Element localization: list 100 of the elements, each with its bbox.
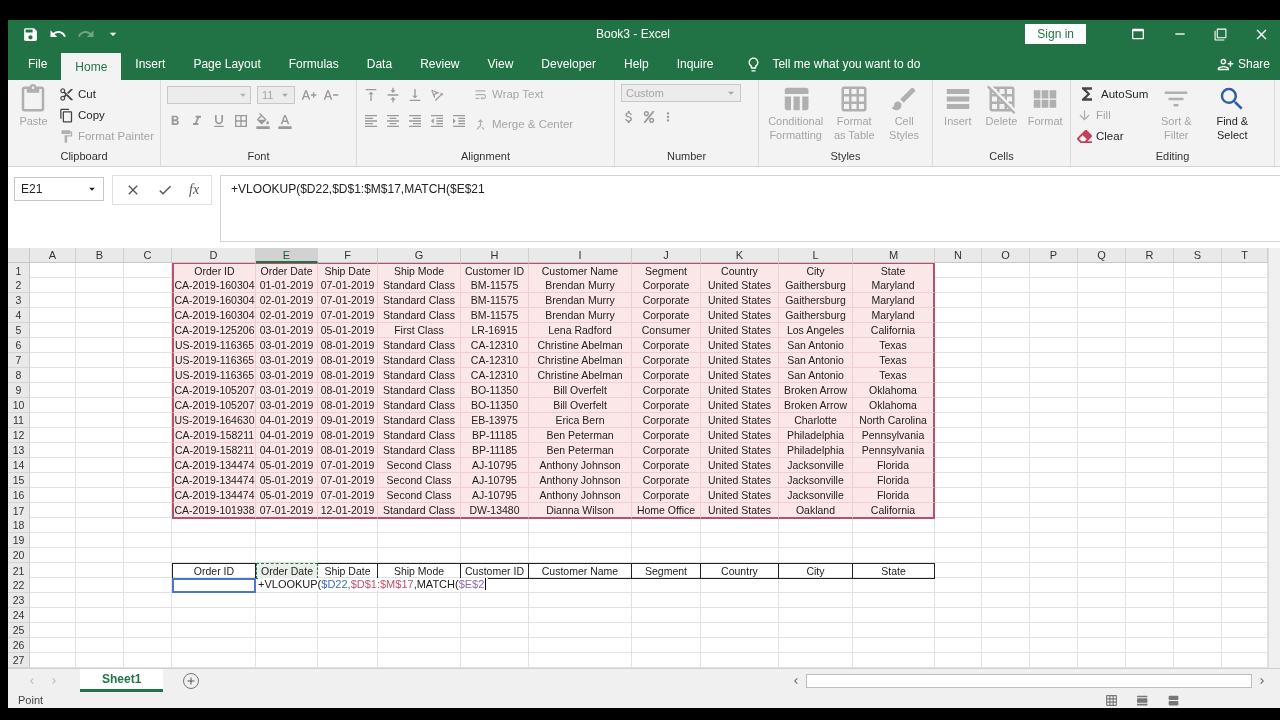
horizontal-scrollbar[interactable] bbox=[806, 673, 1252, 688]
ribbon-tab[interactable]: Data bbox=[352, 48, 407, 80]
formula-field[interactable]: +VLOOKUP($D22,$D$1:$M$17,MATCH($E$21 bbox=[220, 175, 1280, 242]
cell-edit-text[interactable]: +VLOOKUP($D22,$D$1:$M$17,MATCH($E$2 bbox=[258, 578, 489, 591]
ribbon-button[interactable]: Copy bbox=[58, 105, 154, 125]
row-header[interactable]: 18 bbox=[8, 518, 30, 533]
align-center-icon[interactable] bbox=[385, 113, 401, 129]
shrink-font-icon[interactable] bbox=[323, 87, 339, 103]
row-header[interactable]: 14 bbox=[8, 458, 30, 473]
insert-function-button[interactable]: fx bbox=[189, 182, 200, 198]
ribbon-tab[interactable]: Insert bbox=[121, 48, 180, 80]
row-header[interactable]: 5 bbox=[8, 323, 30, 338]
column-header[interactable]: K bbox=[701, 248, 779, 263]
ribbon-button[interactable]: AutoSum bbox=[1077, 84, 1149, 104]
select-all-button[interactable] bbox=[8, 248, 30, 263]
underline-icon[interactable] bbox=[211, 113, 227, 129]
row-header[interactable]: 11 bbox=[8, 413, 30, 428]
ribbon-tab[interactable]: Inquire bbox=[662, 48, 728, 80]
ribbon-button[interactable]: Find & Select bbox=[1204, 84, 1261, 142]
tell-me-field[interactable]: Tell me what you want to do bbox=[772, 57, 921, 71]
page-layout-icon[interactable] bbox=[1136, 693, 1149, 707]
column-header[interactable]: S bbox=[1174, 248, 1222, 263]
column-header[interactable]: C bbox=[124, 248, 172, 263]
sheet-tab[interactable]: Sheet1 bbox=[80, 669, 164, 692]
column-header[interactable]: F bbox=[318, 248, 378, 263]
ribbon-tab[interactable]: File bbox=[14, 48, 62, 80]
row-header[interactable]: 19 bbox=[8, 533, 30, 548]
row-header[interactable]: 26 bbox=[8, 638, 30, 653]
row-header[interactable]: 25 bbox=[8, 623, 30, 638]
save-icon[interactable] bbox=[22, 25, 39, 43]
ribbon-tab[interactable]: Formulas bbox=[274, 48, 353, 80]
align-left-icon[interactable] bbox=[363, 113, 379, 129]
ribbon-tab[interactable]: Home bbox=[61, 53, 122, 80]
align-top-icon[interactable] bbox=[363, 87, 379, 103]
row-header[interactable]: 20 bbox=[8, 548, 30, 563]
column-header[interactable]: Q bbox=[1078, 248, 1126, 263]
row-header[interactable]: 17 bbox=[8, 503, 30, 519]
column-header[interactable]: M bbox=[853, 248, 935, 263]
row-header[interactable]: 3 bbox=[8, 293, 30, 308]
table-cell: United States bbox=[701, 503, 779, 519]
column-header[interactable]: O bbox=[982, 248, 1030, 263]
font-name-dropdown[interactable] bbox=[167, 86, 251, 104]
restore-icon[interactable] bbox=[1214, 27, 1227, 41]
ribbon-tab[interactable]: Developer bbox=[527, 48, 610, 80]
column-header[interactable]: B bbox=[76, 248, 124, 263]
ribbon-tab[interactable]: Page Layout bbox=[179, 48, 275, 80]
row-header[interactable]: 13 bbox=[8, 443, 30, 458]
fill-color-icon[interactable] bbox=[255, 113, 271, 129]
indent-decrease-icon[interactable] bbox=[429, 113, 445, 129]
page-break-icon[interactable] bbox=[1167, 693, 1180, 707]
column-header[interactable]: T bbox=[1222, 248, 1268, 263]
percent-icon[interactable] bbox=[643, 111, 655, 123]
ribbon-tab[interactable]: Help bbox=[610, 48, 663, 80]
share-button[interactable]: Share bbox=[1206, 48, 1280, 80]
grow-font-icon[interactable] bbox=[301, 87, 317, 103]
ribbon-button[interactable]: Cut bbox=[58, 84, 154, 104]
ribbon-tab[interactable]: View bbox=[473, 48, 528, 80]
column-header[interactable]: I bbox=[529, 248, 632, 263]
row-header[interactable]: 8 bbox=[8, 368, 30, 383]
name-box[interactable]: E21 bbox=[14, 177, 104, 201]
column-header[interactable]: G bbox=[378, 248, 461, 263]
column-header[interactable]: R bbox=[1126, 248, 1174, 263]
row-header[interactable]: 1 bbox=[8, 263, 30, 279]
row-header[interactable]: 2 bbox=[8, 278, 30, 293]
align-bottom-icon[interactable] bbox=[407, 87, 423, 103]
column-header[interactable]: A bbox=[30, 248, 76, 263]
column-header[interactable]: E bbox=[256, 248, 318, 263]
column-header[interactable]: L bbox=[779, 248, 853, 263]
borders-icon[interactable] bbox=[233, 113, 249, 129]
ribbon-tab[interactable]: Review bbox=[406, 48, 474, 80]
font-color-icon[interactable] bbox=[277, 113, 293, 129]
row-header[interactable]: 27 bbox=[8, 653, 30, 668]
column-header[interactable]: J bbox=[632, 248, 701, 263]
column-header[interactable]: D bbox=[172, 248, 256, 263]
column-header[interactable]: H bbox=[461, 248, 529, 263]
row-header[interactable]: 24 bbox=[8, 608, 30, 623]
vertical-scrollbar[interactable] bbox=[1268, 248, 1280, 668]
column-header[interactable]: N bbox=[935, 248, 982, 263]
row-header[interactable]: 12 bbox=[8, 428, 30, 443]
row-header[interactable]: 22 bbox=[8, 578, 30, 593]
row-header[interactable]: 23 bbox=[8, 593, 30, 608]
row-header[interactable]: 9 bbox=[8, 383, 30, 398]
row-header[interactable]: 10 bbox=[8, 398, 30, 413]
table-cell: BM-11575 bbox=[461, 278, 529, 293]
ribbon-display-icon[interactable] bbox=[1130, 26, 1146, 42]
row-header[interactable]: 4 bbox=[8, 308, 30, 323]
align-middle-icon[interactable] bbox=[385, 87, 401, 103]
indent-increase-icon[interactable] bbox=[451, 113, 467, 129]
orientation-icon[interactable] bbox=[429, 87, 445, 103]
normal-view-icon[interactable] bbox=[1105, 693, 1118, 707]
row-header[interactable]: 16 bbox=[8, 488, 30, 503]
row-header[interactable]: 15 bbox=[8, 473, 30, 488]
ribbon-button[interactable]: Clear bbox=[1077, 126, 1149, 146]
active-cell[interactable] bbox=[172, 578, 256, 593]
align-right-icon[interactable] bbox=[407, 113, 423, 129]
row-header[interactable]: 21 bbox=[8, 563, 30, 579]
row-header[interactable]: 6 bbox=[8, 338, 30, 353]
row-header[interactable]: 7 bbox=[8, 353, 30, 368]
column-header[interactable]: P bbox=[1030, 248, 1078, 263]
sign-in-button[interactable]: Sign in bbox=[1025, 24, 1086, 44]
